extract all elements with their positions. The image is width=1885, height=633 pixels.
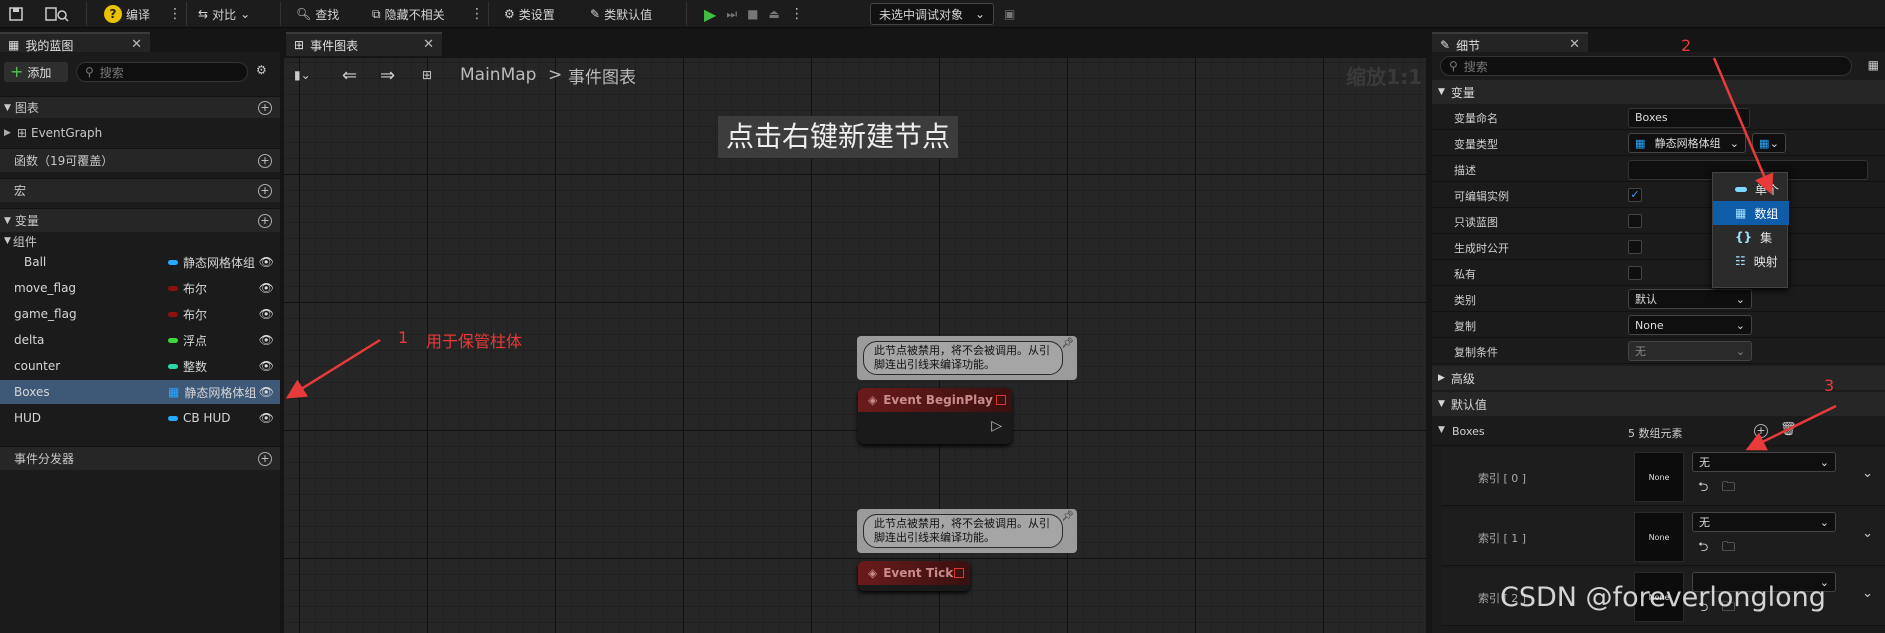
annotation-arrows [285,57,1837,451]
csdn-watermark: CSDN @foreverlonglong [1500,582,1826,613]
